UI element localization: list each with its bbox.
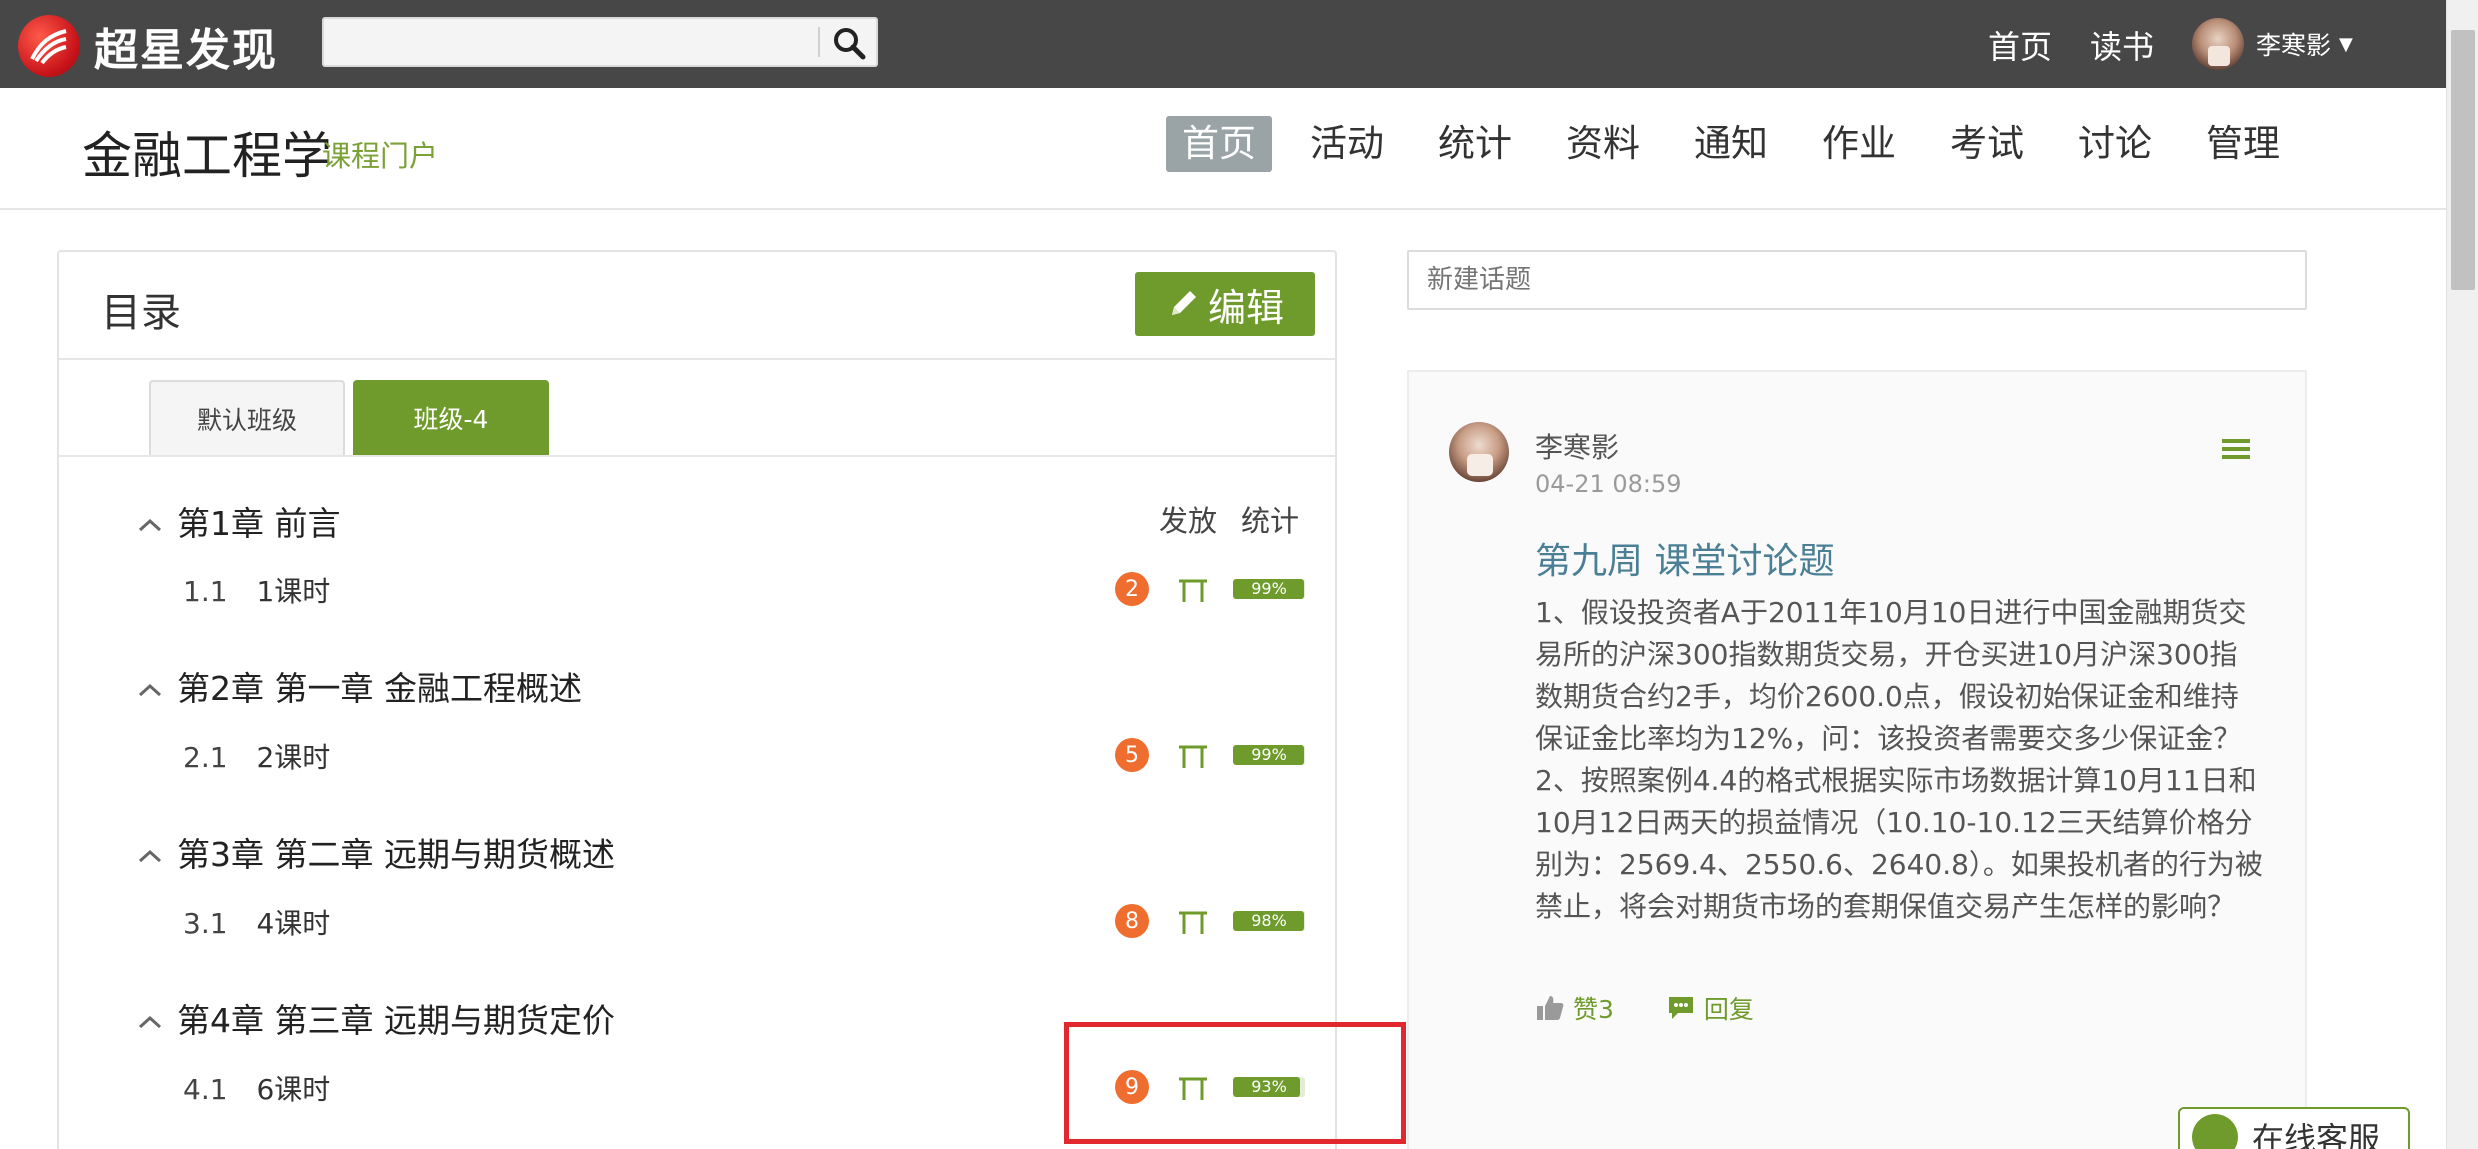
search-button[interactable] xyxy=(832,26,866,60)
edit-button[interactable]: 编辑 xyxy=(1135,272,1315,336)
release-icon[interactable] xyxy=(1176,908,1210,936)
user-name: 李寒影 xyxy=(2256,31,2332,60)
post-paragraph: 1、假设投资者A于2011年10月10日进行中国金融期货交易所的沪深300指数期… xyxy=(1535,596,2247,755)
search-input[interactable] xyxy=(324,19,818,65)
brand-name: 超星发现 xyxy=(94,25,278,76)
lesson-number: 4.1 xyxy=(183,1073,228,1106)
chevron-up-icon[interactable] xyxy=(137,502,177,541)
chevron-up-icon[interactable] xyxy=(137,999,177,1038)
nav-home[interactable]: 首页 xyxy=(1166,116,1272,172)
tab-class-4[interactable]: 班级-4 xyxy=(353,380,549,456)
chevron-up-icon[interactable] xyxy=(137,833,177,872)
post-paragraph: 2、按照案例4.4的格式根据实际市场数据计算10月11日和10月12日两天的损益… xyxy=(1535,764,2263,923)
nav-homework[interactable]: 作业 xyxy=(1806,116,1912,172)
catalog-panel: 目录 编辑 默认班级 班级-4 发放 统计 第1章 前言 1.1 1课时 2 9… xyxy=(57,250,1337,1149)
top-link-home[interactable]: 首页 xyxy=(1988,22,2052,68)
post-actions: 赞3 回复 xyxy=(1535,990,1806,1026)
chevron-down-icon: ▼ xyxy=(2339,33,2353,55)
nav-exams[interactable]: 考试 xyxy=(1934,116,2040,172)
column-header-stats: 统计 xyxy=(1241,504,1300,538)
lesson-item[interactable]: 2.1 2课时 xyxy=(183,736,330,776)
progress-bar: 99% xyxy=(1233,579,1305,599)
brand-logo-icon xyxy=(18,15,80,77)
menu-icon[interactable] xyxy=(2221,436,2251,462)
count-badge[interactable]: 5 xyxy=(1115,738,1149,772)
lesson-title: 2课时 xyxy=(256,741,331,774)
chapter-row[interactable]: 第3章 第二章 远期与期货概述 xyxy=(137,828,615,876)
top-link-reading[interactable]: 读书 xyxy=(2090,22,2154,68)
lesson-title: 1课时 xyxy=(256,575,331,608)
online-service-label: 在线客服 xyxy=(2252,1120,2381,1149)
chapter-title: 第4章 第三章 远期与期货定价 xyxy=(177,1001,615,1040)
scrollbar-thumb[interactable] xyxy=(2451,30,2475,290)
count-badge[interactable]: 8 xyxy=(1115,904,1149,938)
nav-materials[interactable]: 资料 xyxy=(1550,116,1656,172)
lesson-number: 3.1 xyxy=(183,907,228,940)
count-badge[interactable]: 2 xyxy=(1115,572,1149,606)
progress-label: 98% xyxy=(1251,911,1287,930)
progress-label: 99% xyxy=(1251,579,1287,598)
lesson-item[interactable]: 1.1 1课时 xyxy=(183,570,330,610)
post-body: 1、假设投资者A于2011年10月10日进行中国金融期货交易所的沪深300指数期… xyxy=(1535,592,2265,928)
nav-activities[interactable]: 活动 xyxy=(1294,116,1400,172)
divider xyxy=(59,358,1335,360)
course-header: 金融工程学 课程门户 首页 活动 统计 资料 通知 作业 考试 讨论 管理 xyxy=(0,88,2446,210)
lesson-item[interactable]: 3.1 4课时 xyxy=(183,902,330,942)
post-author[interactable]: 李寒影 xyxy=(1535,426,1619,466)
nav-discussion[interactable]: 讨论 xyxy=(2062,116,2168,172)
course-title: 金融工程学 xyxy=(82,127,332,185)
progress-bar: 98% xyxy=(1233,911,1305,931)
lesson-title: 6课时 xyxy=(256,1073,331,1106)
column-header-release: 发放 xyxy=(1159,504,1218,538)
online-service-button[interactable]: 在线客服 xyxy=(2178,1107,2410,1149)
chapter-row[interactable]: 第2章 第一章 金融工程概述 xyxy=(137,662,582,710)
avatar xyxy=(2192,18,2244,70)
like-label: 赞3 xyxy=(1573,995,1614,1024)
thumbs-up-icon xyxy=(1537,996,1564,1020)
course-nav: 首页 活动 统计 资料 通知 作业 考试 讨论 管理 xyxy=(1166,116,2318,172)
reply-button[interactable]: 回复 xyxy=(1666,990,1754,1026)
search-icon xyxy=(834,28,866,60)
edit-button-label: 编辑 xyxy=(1207,285,1284,330)
catalog-title: 目录 xyxy=(101,290,181,336)
divider xyxy=(59,455,1335,457)
chevron-up-icon[interactable] xyxy=(137,667,177,706)
chapter-title: 第2章 第一章 金融工程概述 xyxy=(177,669,582,708)
pencil-icon xyxy=(1171,291,1196,315)
search-box xyxy=(322,17,878,67)
search-divider xyxy=(818,27,820,57)
lesson-number: 2.1 xyxy=(183,741,228,774)
lesson-title: 4课时 xyxy=(256,907,331,940)
chapter-row[interactable]: 第1章 前言 xyxy=(137,497,341,545)
course-portal-link[interactable]: 课程门户 xyxy=(322,133,438,175)
nav-manage[interactable]: 管理 xyxy=(2190,116,2296,172)
release-icon[interactable] xyxy=(1176,576,1210,604)
post-title[interactable]: 第九周 课堂讨论题 xyxy=(1535,532,1834,584)
lesson-item[interactable]: 4.1 6课时 xyxy=(183,1068,330,1108)
top-bar: 超星发现 首页 读书 李寒影 ▼ xyxy=(0,0,2446,88)
like-button[interactable]: 赞3 xyxy=(1535,990,1614,1026)
discussion-post: 李寒影 04-21 08:59 第九周 课堂讨论题 1、假设投资者A于2011年… xyxy=(1407,370,2307,1149)
lesson-number: 1.1 xyxy=(183,575,228,608)
brand-logo[interactable]: 超星发现 xyxy=(18,14,278,78)
tab-default-class[interactable]: 默认班级 xyxy=(149,380,345,456)
new-topic-input[interactable] xyxy=(1407,250,2307,310)
chapter-title: 第1章 前言 xyxy=(177,504,341,543)
nav-statistics[interactable]: 统计 xyxy=(1422,116,1528,172)
comment-icon xyxy=(1668,997,1693,1019)
reply-label: 回复 xyxy=(1703,995,1754,1024)
user-menu[interactable]: 李寒影 ▼ xyxy=(2192,18,2353,70)
post-timestamp: 04-21 08:59 xyxy=(1535,470,1682,498)
avatar[interactable] xyxy=(1449,422,1509,482)
chapter-row[interactable]: 第4章 第三章 远期与期货定价 xyxy=(137,994,615,1042)
progress-bar: 99% xyxy=(1233,745,1305,765)
release-icon[interactable] xyxy=(1176,742,1210,770)
chapter-title: 第3章 第二章 远期与期货概述 xyxy=(177,835,615,874)
headset-icon xyxy=(2192,1114,2238,1149)
highlight-box xyxy=(1064,1022,1406,1144)
nav-notices[interactable]: 通知 xyxy=(1678,116,1784,172)
page-scrollbar[interactable] xyxy=(2446,0,2478,1149)
progress-label: 99% xyxy=(1251,745,1287,764)
